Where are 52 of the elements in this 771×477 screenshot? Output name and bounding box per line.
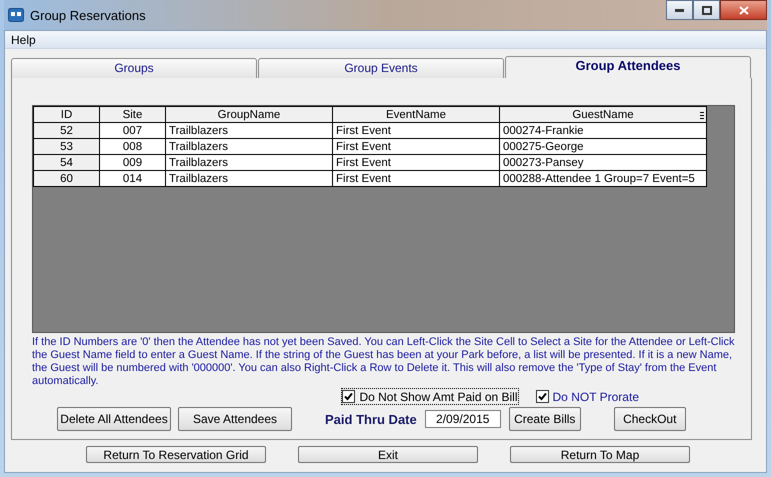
date-field[interactable]: 2/09/2015 — [424, 410, 501, 428]
column-header[interactable]: GroupName — [166, 106, 332, 122]
table-cell[interactable]: Trailblazers — [166, 170, 332, 186]
instructions-text: If the ID Numbers are '0' then the Attendee has not yet been Saved. You can Left-Click the Site Cell to Select a Site for the Attendee or Left-Click the Guest Name field to enter a Guest Name. If the string of the Guest has been at your Park before, a list will be presented. If it is a new Name, the Guest will be numbered with '000000'. You can also Right-Click a Row to Delete it. This will also remove the 'Type of Stay' from the Event automatically. — [32, 336, 735, 388]
checkbox[interactable] — [342, 390, 356, 403]
table-cell[interactable]: 014 — [100, 170, 166, 186]
menu-item[interactable]: Help — [9, 32, 38, 46]
table-cell[interactable]: 000273-Pansey — [500, 154, 706, 170]
table-cell[interactable]: 007 — [100, 122, 166, 138]
checkbox-option[interactable]: Do NOT Prorate — [536, 389, 639, 404]
checkbox[interactable] — [536, 390, 549, 403]
app-icon — [8, 8, 24, 22]
return-to-map-button[interactable]: Return To Map — [510, 446, 690, 463]
row-header: 52 — [34, 122, 100, 138]
checkbox-option[interactable]: Do Not Show Amt Paid on Bill — [342, 389, 518, 404]
close-button[interactable] — [720, 0, 767, 20]
table-cell[interactable]: 000274-Frankie — [500, 122, 706, 138]
table-cell[interactable]: Trailblazers — [166, 122, 332, 138]
window-title: Group Reservations — [30, 8, 147, 22]
table-cell[interactable]: First Event — [332, 170, 500, 186]
minimize-icon — [675, 8, 684, 12]
table-cell[interactable]: Trailblazers — [166, 154, 332, 170]
column-header[interactable]: ID — [34, 106, 100, 122]
table-cell[interactable]: 008 — [100, 138, 166, 154]
return-to-grid-button[interactable]: Return To Reservation Grid — [86, 446, 266, 463]
table-cell[interactable]: First Event — [332, 154, 500, 170]
tab[interactable]: Group Attendees — [505, 56, 751, 78]
minimize-button[interactable] — [666, 0, 693, 20]
table-cell[interactable]: 009 — [100, 154, 166, 170]
row-header: 54 — [34, 154, 100, 170]
create-bills-button[interactable]: Create Bills — [508, 407, 581, 431]
paid-thru-label: Paid Thru Date — [325, 412, 417, 426]
table-cell[interactable]: 000288-Attendee 1 Group=7 Event=5 — [500, 170, 706, 186]
exit-button[interactable]: Exit — [298, 446, 478, 463]
table-cell[interactable]: First Event — [332, 138, 500, 154]
table-cell[interactable]: Trailblazers — [166, 138, 332, 154]
row-header: 60 — [34, 170, 100, 186]
checkout-button[interactable]: CheckOut — [614, 407, 686, 431]
column-menu-icon[interactable] — [700, 112, 704, 119]
maximize-icon — [702, 6, 712, 14]
row-header: 53 — [34, 138, 100, 154]
tab[interactable]: Group Events — [258, 58, 504, 78]
tab[interactable]: Groups — [11, 58, 257, 78]
table-cell[interactable]: 000275-George — [500, 138, 706, 154]
save-button[interactable]: Save Attendees — [178, 407, 292, 431]
column-header[interactable]: GuestName — [500, 106, 706, 122]
column-header[interactable]: EventName — [332, 106, 500, 122]
column-header[interactable]: Site — [100, 106, 166, 122]
table-cell[interactable]: First Event — [332, 122, 500, 138]
delete-all-button[interactable]: Delete All Attendees — [57, 407, 171, 431]
maximize-button[interactable] — [693, 0, 720, 20]
close-icon — [738, 6, 748, 14]
